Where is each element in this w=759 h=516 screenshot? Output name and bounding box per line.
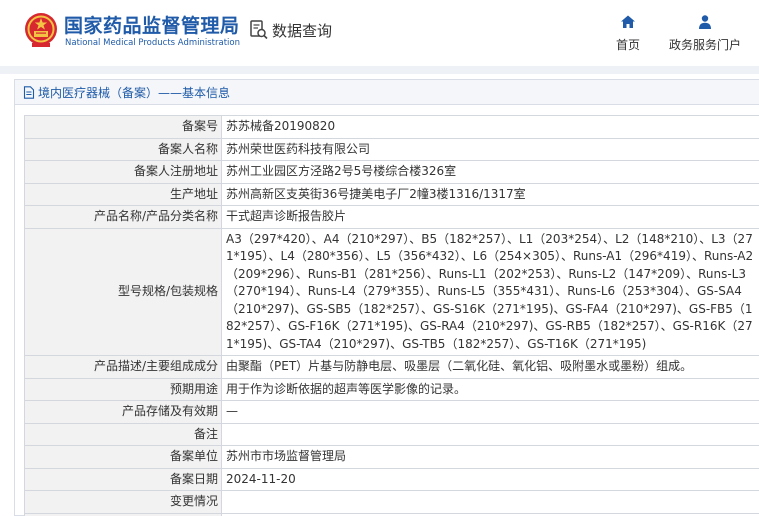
- site-header: 国家药品监督管理局 National Medical Products Admi…: [0, 0, 759, 66]
- home-icon: [621, 15, 635, 28]
- field-value: 2024-11-20: [221, 467, 759, 491]
- national-emblem-icon: [25, 13, 57, 47]
- field-value: —: [221, 400, 759, 424]
- field-label: 变更情况: [24, 490, 222, 514]
- field-label: 生产地址: [24, 182, 222, 206]
- field-label: 产品存储及有效期: [24, 400, 222, 424]
- field-label: 产品名称/产品分类名称: [24, 205, 222, 229]
- field-label: 预期用途: [24, 377, 222, 401]
- field-label: 备注: [24, 422, 222, 446]
- table-row: 备案号 苏苏械备20190820: [24, 115, 759, 139]
- table-row: 产品描述/主要组成成分 由聚酯（PET）片基与防静电层、吸墨层（二氧化硅、氧化铝…: [24, 355, 759, 379]
- field-value: 由聚酯（PET）片基与防静电层、吸墨层（二氧化硅、氧化铝、吸附墨水或墨粉）组成。: [221, 355, 759, 379]
- field-value: 苏苏械备20190820: [221, 115, 759, 139]
- nav-home-label: 首页: [615, 38, 640, 52]
- nav-home[interactable]: 首页: [588, 14, 668, 53]
- panel-heading: 境内医疗器械（备案）——基本信息: [15, 80, 759, 105]
- site-subtitle: National Medical Products Administration: [65, 38, 240, 48]
- user-icon: [699, 15, 711, 29]
- field-value: 干式超声诊断报告胶片: [221, 205, 759, 229]
- nav-gov-portal[interactable]: 政务服务门户: [665, 14, 745, 53]
- field-value: 苏州工业园区方泾路2号5号楼综合楼326室: [221, 160, 759, 184]
- nav-gov-label: 政务服务门户: [668, 38, 741, 52]
- field-value: 苏州市市场监督管理局: [221, 445, 759, 469]
- field-value: 苏州高新区支英街36号捷美电子厂2幢3楼1316/1317室: [221, 182, 759, 206]
- table-row: 产品存储及有效期 —: [24, 400, 759, 424]
- record-table: 备案号 苏苏械备20190820 备案人名称 苏州荣世医药科技有限公司 备案人注…: [24, 115, 759, 516]
- record-panel: 境内医疗器械（备案）——基本信息 备案号 苏苏械备20190820 备案人名称 …: [14, 79, 759, 516]
- field-label: 型号规格/包装规格: [24, 227, 222, 356]
- data-query-label: 数据查询: [272, 21, 333, 40]
- field-label: 备案日期: [24, 467, 222, 491]
- table-row: 备案日期 2024-11-20: [24, 467, 759, 491]
- header-divider: [0, 66, 759, 74]
- table-row: 预期用途 用于作为诊断依据的超声等医学影像的记录。: [24, 377, 759, 401]
- data-query-link[interactable]: 数据查询: [250, 19, 332, 41]
- field-value: [221, 490, 759, 514]
- table-row: 生产地址 苏州高新区支英街36号捷美电子厂2幢3楼1316/1317室: [24, 182, 759, 206]
- panel-heading-text: 境内医疗器械（备案）——基本信息: [38, 85, 231, 100]
- field-label: 产品描述/主要组成成分: [24, 355, 222, 379]
- table-row: 型号规格/包装规格 A3（297*420）、A4（210*297）、B5（182…: [24, 227, 759, 356]
- field-label: 备案单位: [24, 445, 222, 469]
- table-row: 备案人注册地址 苏州工业园区方泾路2号5号楼综合楼326室: [24, 160, 759, 184]
- site-title: 国家药品监督管理局: [64, 15, 240, 37]
- table-row: 备注: [24, 422, 759, 446]
- table-row: 变更情况: [24, 490, 759, 514]
- field-value: 苏州荣世医药科技有限公司: [221, 137, 759, 161]
- field-label: 备案人名称: [24, 137, 222, 161]
- field-value: [221, 422, 759, 446]
- table-row: 备案单位 苏州市市场监督管理局: [24, 445, 759, 469]
- field-value: A3（297*420）、A4（210*297）、B5（182*257）、L1（2…: [221, 227, 759, 356]
- field-label: 备案人注册地址: [24, 160, 222, 184]
- search-document-icon: [250, 20, 268, 40]
- field-value: 用于作为诊断依据的超声等医学影像的记录。: [221, 377, 759, 401]
- table-row: 备案人名称 苏州荣世医药科技有限公司: [24, 137, 759, 161]
- document-icon: [23, 85, 35, 99]
- field-label: 备案号: [24, 115, 222, 139]
- table-row: 产品名称/产品分类名称 干式超声诊断报告胶片: [24, 205, 759, 229]
